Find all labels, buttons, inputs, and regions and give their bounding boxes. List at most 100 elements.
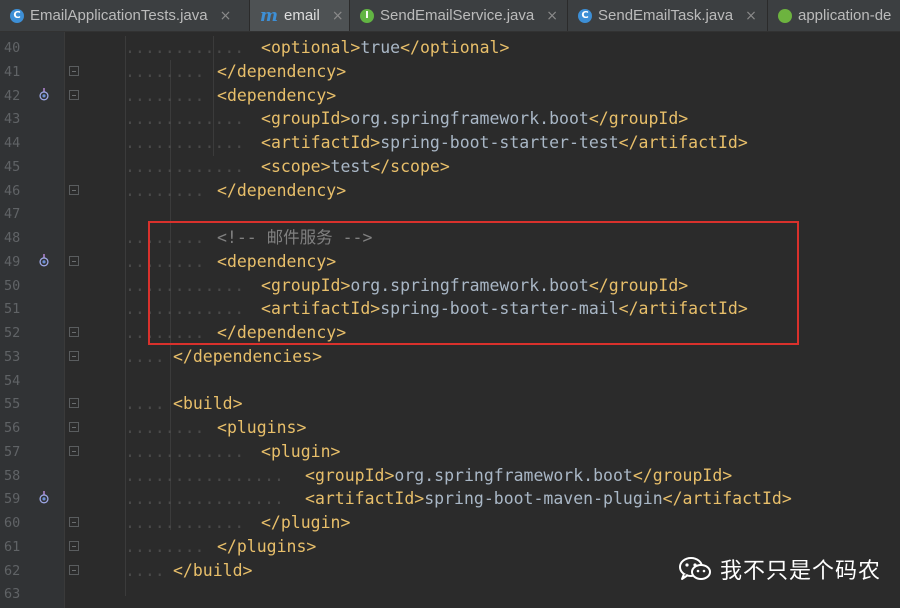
line-number: 40 (4, 40, 21, 56)
xml-bracket: > (499, 38, 510, 57)
tab-label: EmailApplicationTests.java (30, 7, 208, 24)
fold-icon[interactable] (69, 564, 79, 575)
xml-bracket: > (370, 133, 381, 152)
code-line[interactable]: <plugins> (217, 416, 306, 440)
whitespace-dots: ........ (125, 85, 205, 105)
xml-text: test (330, 156, 371, 176)
xml-tag-name: dependency (226, 85, 327, 105)
line-number: 44 (4, 135, 21, 151)
xml-bracket: </ (217, 180, 237, 200)
code-line[interactable]: <groupId>org.springframework.boot</group… (305, 464, 732, 488)
xml-bracket: > (312, 346, 323, 366)
code-line[interactable]: </dependency> (217, 60, 346, 84)
close-icon[interactable]: × (332, 8, 344, 24)
fold-icon[interactable] (69, 517, 79, 527)
code-line[interactable]: </dependencies> (173, 345, 322, 369)
fold-icon[interactable] (69, 540, 79, 551)
line-number: 49 (4, 253, 21, 270)
code-line[interactable]: <groupId>org.springframework.boot</group… (261, 107, 688, 131)
xml-bracket: > (350, 38, 361, 57)
xml-tag-name: plugins (236, 536, 307, 556)
fold-icon[interactable] (69, 89, 79, 100)
xml-bracket: </ (261, 513, 281, 532)
whitespace-dots: ........ (125, 418, 205, 437)
watermark-text: 我不只是个码农 (720, 559, 882, 584)
code-line[interactable]: </plugins> (217, 535, 316, 559)
tab-sendemailservice-java[interactable]: I SendEmailService.java × (350, 0, 568, 31)
code-line[interactable]: <artifactId>spring-boot-starter-test</ar… (261, 131, 748, 155)
xml-tag-name: dependency (236, 61, 337, 81)
xml-tag-name: plugin (280, 513, 341, 532)
xml-bracket: > (678, 109, 689, 129)
xml-bracket: > (414, 489, 425, 509)
code-line[interactable]: <artifactId>spring-boot-maven-plugin</ar… (305, 487, 792, 511)
code-line[interactable]: </dependency> (217, 179, 346, 203)
editor-tab-bar: C EmailApplicationTests.java × m email × I Send… (0, 0, 900, 32)
xml-bracket: </ (588, 109, 609, 129)
line-number: 59 (4, 491, 21, 508)
code-line[interactable]: <dependency> (217, 84, 336, 108)
close-icon[interactable]: × (745, 8, 757, 24)
line-number: 62 (4, 562, 21, 579)
tab-emailapplicationtests-java[interactable]: C EmailApplicationTests.java × (0, 0, 250, 31)
vcs-change-icon[interactable] (38, 491, 50, 505)
xml-bracket: < (261, 441, 271, 461)
line-number: 50 (4, 277, 21, 294)
fold-icon[interactable] (69, 65, 79, 76)
tab-sendemailtask-java[interactable]: C SendEmailTask.java × (568, 0, 768, 31)
fold-icon[interactable] (69, 422, 79, 432)
fold-icon[interactable] (69, 255, 79, 266)
line-number: 47 (4, 206, 21, 223)
tab-application-de[interactable]: application-de (768, 0, 900, 31)
xml-bracket: > (722, 465, 733, 485)
java-class-icon: C (10, 8, 24, 23)
xml-tag-name: scope (270, 156, 321, 176)
xml-tag-name: artifactId (682, 489, 782, 509)
tab-email[interactable]: m email × (250, 0, 350, 31)
code-line[interactable]: </build> (173, 559, 252, 583)
xml-bracket: </ (618, 133, 639, 152)
tab-label: SendEmailTask.java (598, 7, 734, 24)
xml-tag-name: groupId (608, 109, 679, 129)
xml-bracket: > (296, 418, 307, 437)
xml-bracket: </ (217, 61, 237, 81)
line-number: 60 (4, 515, 21, 531)
line-number: 45 (4, 158, 21, 175)
vcs-change-icon[interactable] (38, 253, 50, 268)
line-number: 41 (4, 63, 21, 80)
xml-bracket: </ (217, 536, 237, 556)
line-number: 57 (4, 443, 21, 460)
xml-bracket: < (261, 38, 271, 57)
line-number: 55 (4, 396, 21, 413)
xml-bracket: </ (662, 489, 683, 509)
whitespace-dots: ................ (125, 465, 284, 485)
whitespace-dots: ........ (125, 61, 205, 81)
fold-icon[interactable] (69, 445, 79, 456)
xml-bracket: < (217, 418, 227, 437)
maven-icon: m (260, 5, 278, 26)
code-line[interactable]: <build> (173, 392, 243, 416)
whitespace-dots: ............ (125, 109, 245, 129)
fold-icon[interactable] (69, 184, 79, 195)
xml-bracket: > (384, 465, 395, 485)
fold-icon[interactable] (69, 350, 79, 361)
xml-text: true (360, 38, 401, 57)
xml-tag-name: groupId (270, 109, 341, 129)
close-icon[interactable]: × (220, 8, 232, 24)
fold-icon[interactable] (69, 327, 79, 337)
line-number: 43 (4, 111, 21, 128)
xml-tag-name: plugin (270, 441, 331, 461)
whitespace-dots: ............ (125, 156, 245, 176)
xml-bracket: < (305, 465, 315, 485)
xml-bracket: > (330, 441, 341, 461)
watermark: 我不只是个码农 (678, 553, 881, 585)
code-line[interactable]: <optional>true</optional> (261, 36, 509, 60)
code-line[interactable]: </plugin> (261, 511, 350, 535)
code-line[interactable]: <plugin> (261, 440, 340, 464)
tab-label: application-de (798, 7, 892, 24)
vcs-change-icon[interactable] (38, 87, 50, 102)
close-icon[interactable]: × (546, 8, 558, 24)
code-line[interactable]: <scope>test</scope> (261, 155, 450, 179)
whitespace-dots: ............ (125, 133, 245, 152)
fold-icon[interactable] (69, 398, 79, 409)
